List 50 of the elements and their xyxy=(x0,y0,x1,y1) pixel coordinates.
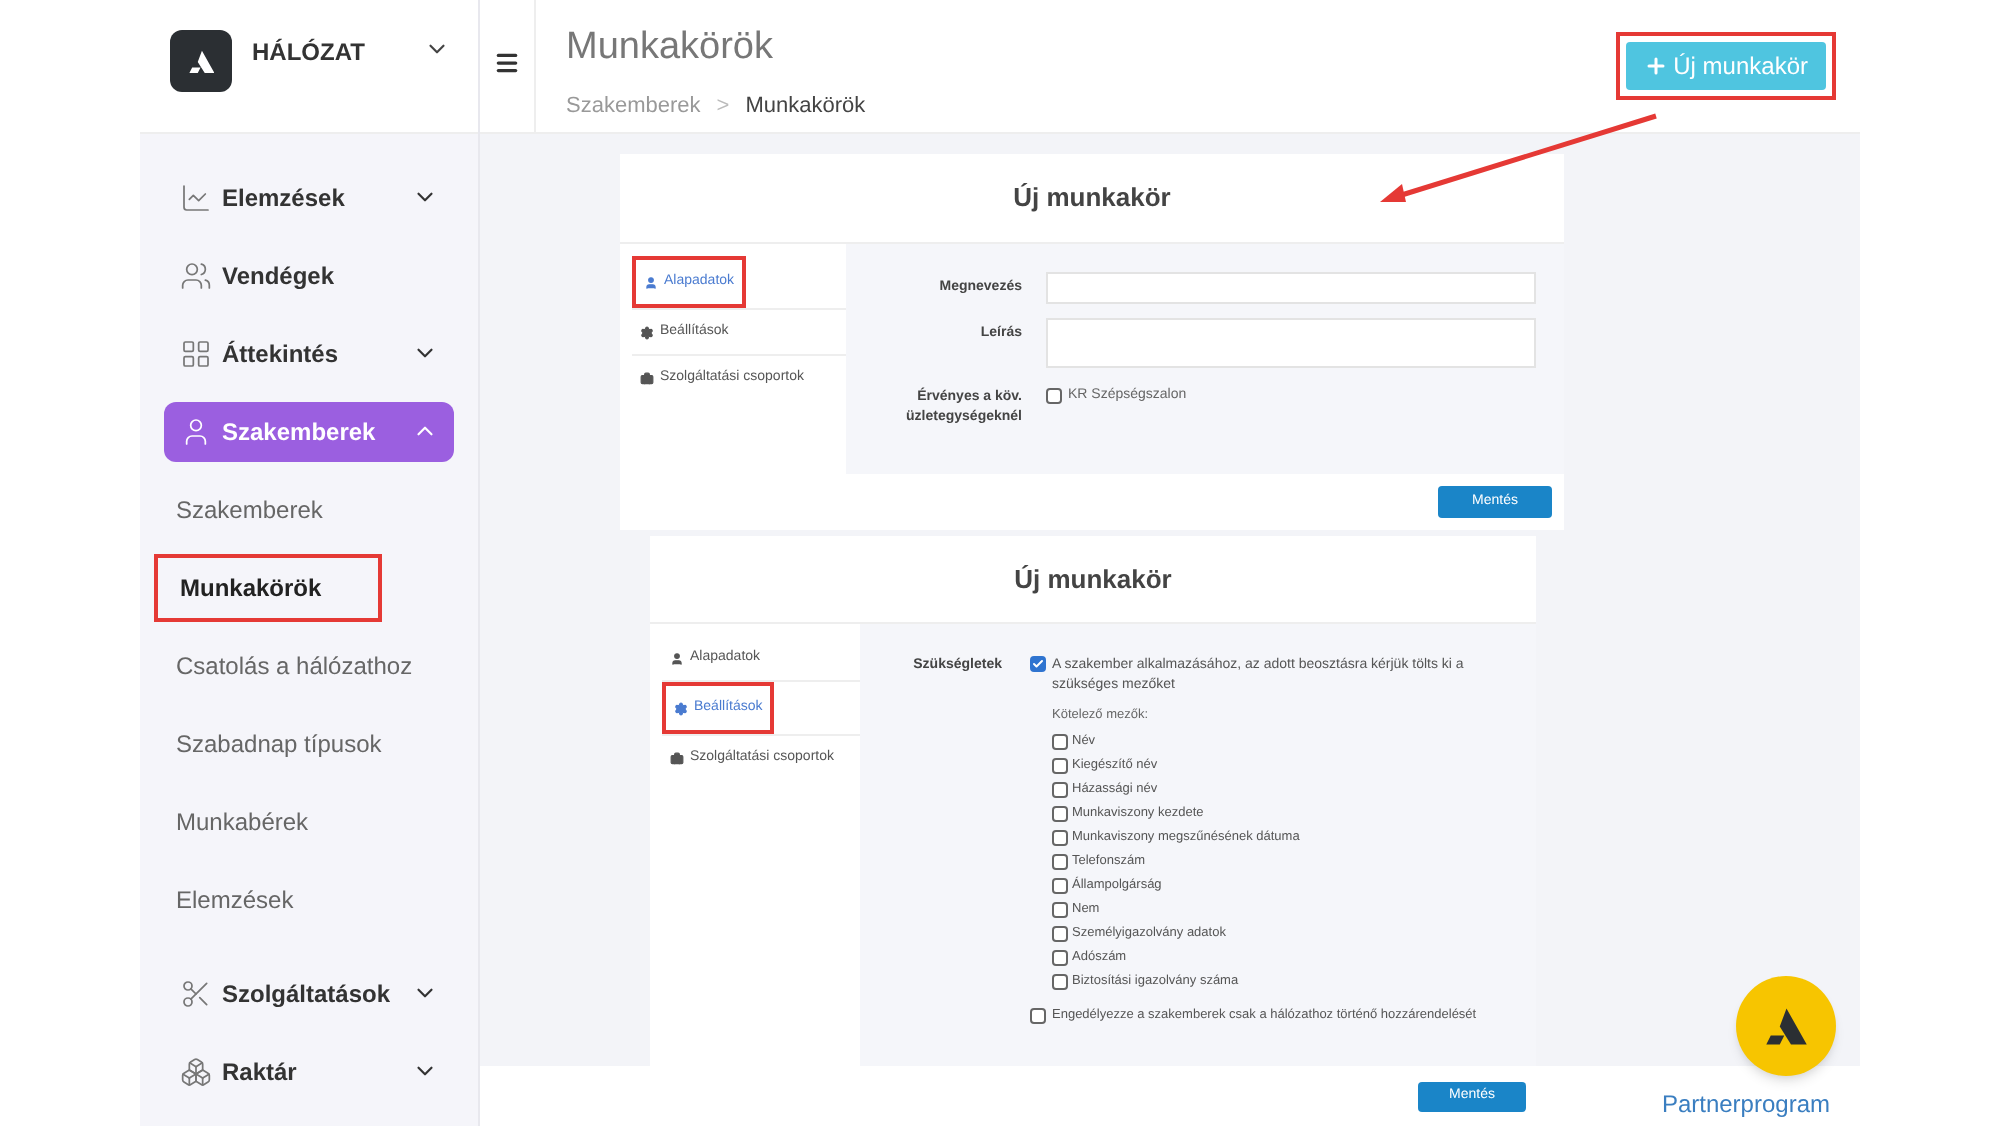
checkbox[interactable] xyxy=(1052,757,1068,774)
submenu-item[interactable]: Munkabérek xyxy=(154,803,309,839)
checkbox[interactable] xyxy=(1052,973,1068,990)
sidebar-item[interactable]: Szakemberek xyxy=(164,401,454,461)
sidebar-icon xyxy=(180,337,212,369)
checkbox[interactable] xyxy=(1046,388,1062,405)
sidebar-item[interactable]: Szolgáltatások xyxy=(164,963,454,1023)
text-input[interactable] xyxy=(1046,272,1536,304)
submenu-item[interactable]: Szakemberek xyxy=(154,491,323,527)
brand-name: HÁLÓZAT xyxy=(252,36,367,70)
tab-icon xyxy=(644,275,658,289)
submenu-item[interactable]: Szabadnap típusok xyxy=(154,725,382,761)
breadcrumb-link[interactable]: Szakemberek xyxy=(566,89,701,122)
sidebar-icon xyxy=(180,977,212,1009)
tab-icon xyxy=(640,371,654,385)
sidebar-icon xyxy=(180,1055,212,1087)
submenu-item[interactable]: Csatolás a hálózathoz xyxy=(154,647,413,683)
form-title: Új munkakör xyxy=(1014,561,1172,598)
tab-icon xyxy=(670,651,684,665)
checkbox[interactable] xyxy=(1052,829,1068,846)
checkbox[interactable] xyxy=(1030,1007,1046,1024)
tab-icon xyxy=(670,751,684,765)
sidebar-icon xyxy=(180,181,212,213)
form-title: Új munkakör xyxy=(1013,180,1171,217)
checkbox[interactable] xyxy=(1052,805,1068,822)
breadcrumb-separator: > xyxy=(716,91,730,121)
checkbox[interactable] xyxy=(1052,877,1068,894)
tab-icon xyxy=(640,325,654,339)
checkbox[interactable] xyxy=(1052,949,1068,966)
checkbox[interactable] xyxy=(1052,901,1068,918)
checkbox[interactable] xyxy=(1052,925,1068,942)
checkbox[interactable] xyxy=(1052,733,1068,750)
sidebar-item[interactable]: Raktár xyxy=(164,1041,454,1101)
page-title: Munkakörök xyxy=(566,24,775,72)
sidebar-item[interactable]: Elemzések xyxy=(164,167,454,227)
submenu-item[interactable]: Munkakörök xyxy=(158,569,322,605)
logo-icon xyxy=(170,30,232,92)
plus-icon xyxy=(1643,54,1668,78)
menu-icon[interactable] xyxy=(494,50,520,76)
sidebar-icon xyxy=(180,259,212,291)
sidebar-item[interactable]: Vendégek xyxy=(164,245,454,305)
checkbox[interactable] xyxy=(1052,781,1068,798)
tab-icon xyxy=(674,701,688,715)
sidebar-icon xyxy=(180,415,212,447)
checkbox[interactable] xyxy=(1030,656,1046,672)
breadcrumb-link[interactable]: Munkakörök xyxy=(745,89,866,122)
sidebar-item[interactable]: Áttekintés xyxy=(164,323,454,383)
submenu-item[interactable]: Elemzések xyxy=(154,881,294,917)
checkbox[interactable] xyxy=(1052,853,1068,870)
partner-link[interactable]: Partnerprogram xyxy=(1661,1086,1830,1122)
